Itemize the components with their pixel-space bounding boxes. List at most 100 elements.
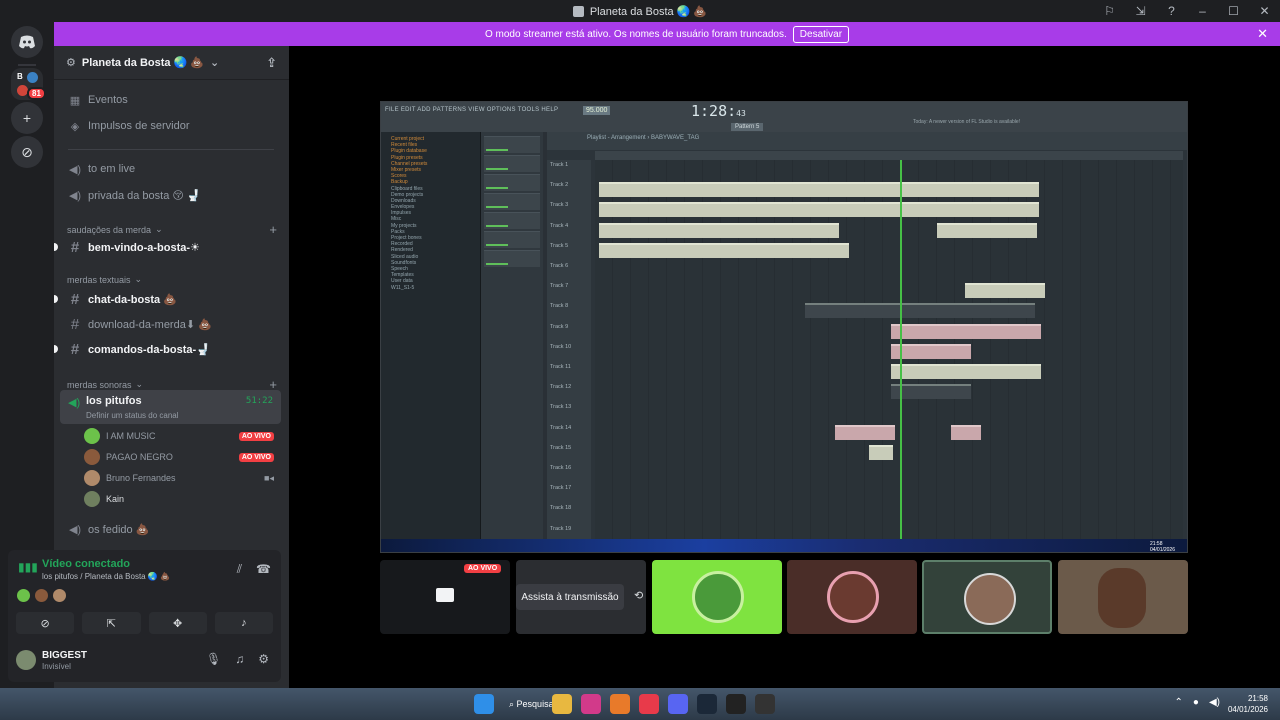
channel-chat[interactable]: # chat-da-bosta 💩: [54, 288, 281, 310]
avatar[interactable]: [16, 650, 36, 670]
voice-member[interactable]: PAGAO NEGRO AO VIVO: [84, 447, 274, 467]
channel-comandos[interactable]: # comandos-da-bosta-🚽: [54, 338, 281, 360]
activities-button[interactable]: ✥: [148, 612, 207, 634]
fl-track-name[interactable]: Track 13: [550, 404, 571, 410]
channel-bem-vindo[interactable]: # bem-vindo-a-bosta-☀: [54, 236, 281, 258]
fl-studio-icon[interactable]: [609, 694, 630, 714]
category-saudacoes[interactable]: saudações da merda ⌄ +: [67, 222, 277, 237]
set-channel-status[interactable]: Definir um status do canal: [86, 411, 179, 420]
search-box[interactable]: ⌕ Pesquisar: [503, 694, 557, 714]
fl-track-name[interactable]: Track 3: [550, 202, 568, 208]
explore-icon[interactable]: ⊘: [11, 136, 43, 168]
voice-member[interactable]: Bruno Fernandes ■◂: [84, 468, 274, 488]
fl-track-name[interactable]: Track 14: [550, 425, 571, 431]
fl-track-name[interactable]: Track 2: [550, 182, 568, 188]
close-button[interactable]: ✕: [1249, 4, 1280, 18]
fl-track-name[interactable]: Track 19: [550, 526, 571, 532]
fl-pattern-slot[interactable]: [484, 193, 540, 210]
fl-playlist-clip[interactable]: [805, 303, 1035, 319]
fl-track-name[interactable]: Track 11: [550, 364, 571, 370]
fl-pattern-slot[interactable]: [484, 231, 540, 248]
inbox-icon[interactable]: ⚐: [1094, 4, 1125, 18]
add-channel-icon[interactable]: +: [269, 222, 277, 237]
channel-os-fedido[interactable]: ◀) os fedido 💩: [60, 518, 281, 540]
fl-playlist-clip[interactable]: [891, 364, 1041, 379]
fl-track-name[interactable]: Track 16: [550, 465, 571, 471]
taskbar-clock[interactable]: 21:58 04/01/2026: [1228, 693, 1268, 715]
fl-playlist-clip[interactable]: [891, 384, 971, 400]
fl-track-name[interactable]: Track 15: [550, 445, 571, 451]
share-screen-button[interactable]: ⇱: [82, 612, 141, 634]
channel-privada[interactable]: ◀) privada da bosta 😚 🚽: [60, 184, 281, 206]
fl-track-name[interactable]: Track 9: [550, 324, 568, 330]
discord-home-icon[interactable]: [11, 26, 43, 58]
voice-status-subtitle[interactable]: los pitufos / Planeta da Bosta 🌏 💩: [42, 572, 170, 581]
channel-to-em-live[interactable]: ◀) to em live: [60, 158, 281, 180]
server-header[interactable]: ⚙ Planeta da Bosta 🌏 💩 ⌄ ⇪: [54, 46, 289, 80]
music-icon[interactable]: [638, 694, 659, 714]
fl-track-name[interactable]: Track 5: [550, 243, 568, 249]
noise-suppression-icon[interactable]: ⫽: [237, 562, 242, 577]
maximize-button[interactable]: ☐: [1218, 4, 1249, 18]
camera-off-button[interactable]: ⊘: [16, 612, 75, 634]
voice-channel-los-pitufos[interactable]: ◀) los pitufos 51:22 Definir um status d…: [60, 390, 281, 424]
fl-track-name[interactable]: Track 1: [550, 162, 568, 168]
fl-playlist-clip[interactable]: [965, 283, 1045, 299]
screen-share-icon[interactable]: ⇲: [1125, 4, 1156, 18]
fl-track-name[interactable]: Track 8: [550, 303, 568, 309]
fl-pattern-slot[interactable]: [484, 212, 540, 229]
channel-download[interactable]: # download-da-merda⬇ 💩: [60, 313, 281, 335]
watch-stream-button[interactable]: Assista à transmissão: [516, 584, 624, 610]
fl-playlist-clip[interactable]: [599, 222, 839, 238]
fl-track-name[interactable]: Track 12: [550, 384, 571, 390]
banner-close-icon[interactable]: ✕: [1257, 26, 1268, 42]
fl-playlist-clip[interactable]: [869, 444, 893, 460]
fl-browser-item[interactable]: W11_S1-5: [381, 285, 480, 291]
fl-playlist-clip[interactable]: [891, 343, 971, 359]
fl-playlist-clip[interactable]: [835, 424, 895, 440]
github-icon[interactable]: [725, 694, 746, 714]
file-explorer-icon[interactable]: [551, 694, 572, 714]
minimize-button[interactable]: –: [1187, 4, 1218, 18]
fl-pattern-slot[interactable]: [484, 136, 540, 153]
username[interactable]: BIGGEST: [42, 650, 87, 661]
start-icon[interactable]: [474, 694, 494, 714]
steam-icon[interactable]: [696, 694, 717, 714]
participant-tile[interactable]: [787, 560, 917, 634]
events-link[interactable]: ▦ Eventos: [60, 89, 281, 111]
mic-tray-icon[interactable]: ●: [1193, 697, 1199, 708]
fl-track-name[interactable]: Track 6: [550, 263, 568, 269]
voice-member[interactable]: Kain: [84, 489, 274, 509]
fl-track-name[interactable]: Track 18: [550, 505, 571, 511]
category-textuais[interactable]: merdas textuais ⌄: [67, 274, 277, 285]
soundboard-button[interactable]: ♪: [214, 612, 273, 634]
headphones-icon[interactable]: ♫: [235, 652, 244, 666]
fl-pattern-slot[interactable]: [484, 250, 540, 267]
participant-tile[interactable]: [922, 560, 1052, 634]
settings-gear-icon[interactable]: ⚙: [258, 652, 269, 666]
voice-member[interactable]: I AM MUSIC AO VIVO: [84, 426, 274, 446]
microphone-icon[interactable]: 🎙︎: [206, 652, 221, 666]
fl-pattern-slot[interactable]: [484, 155, 540, 172]
volume-icon[interactable]: ◀): [1209, 697, 1220, 708]
chevron-up-icon[interactable]: ⌃: [1175, 697, 1183, 708]
rotate-icon[interactable]: ⟲: [634, 589, 643, 602]
invite-icon[interactable]: ⇪: [266, 55, 277, 71]
fl-pattern-slot[interactable]: [484, 174, 540, 191]
fl-playlist-clip[interactable]: [937, 222, 1037, 238]
screen-share-stream[interactable]: FILE EDIT ADD PATTERNS VIEW OPTIONS TOOL…: [380, 101, 1188, 553]
stream-tile[interactable]: AO VIVO: [380, 560, 510, 634]
fl-track-name[interactable]: Track 4: [550, 223, 568, 229]
disable-streamer-button[interactable]: Desativar: [792, 25, 850, 43]
fl-playlist-clip[interactable]: [599, 242, 849, 258]
add-server-icon[interactable]: +: [11, 102, 43, 134]
participant-tile[interactable]: [652, 560, 782, 634]
obs-icon[interactable]: [754, 694, 775, 714]
app-icon[interactable]: [580, 694, 601, 714]
discord-taskbar-icon[interactable]: [667, 694, 688, 714]
fl-track-name[interactable]: Track 7: [550, 283, 568, 289]
fl-playlist-clip[interactable]: [599, 202, 1039, 218]
fl-track-name[interactable]: Track 17: [550, 485, 571, 491]
disconnect-icon[interactable]: ☎: [256, 562, 271, 577]
fl-track-name[interactable]: Track 10: [550, 344, 571, 350]
